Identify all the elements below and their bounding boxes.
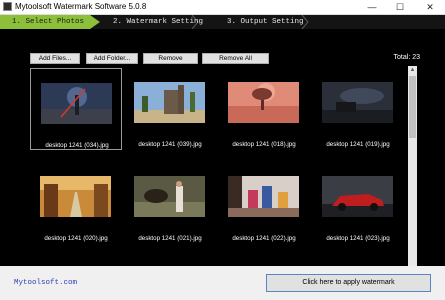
photo-item[interactable]: desktop 1241 (019).jpg xyxy=(312,68,404,150)
photo-item[interactable]: desktop 1241 (023).jpg xyxy=(312,162,404,244)
photo-filename: desktop 1241 (023).jpg xyxy=(326,235,390,242)
photo-item[interactable]: desktop 1241 (020).jpg xyxy=(30,162,122,244)
photo-filename: desktop 1241 (021).jpg xyxy=(138,235,202,242)
app-icon xyxy=(3,2,12,11)
tree-sunset-photo-icon xyxy=(228,82,299,123)
total-count: Total: 23 xyxy=(393,54,420,61)
apply-watermark-button[interactable]: Click here to apply watermark xyxy=(266,274,431,292)
window-title: Mytoolsoft Watermark Software 5.0.8 xyxy=(15,2,147,11)
close-button[interactable]: ✕ xyxy=(420,0,440,14)
photo-grid: desktop 1241 (034).jpg desktop 1241 (039… xyxy=(30,68,405,288)
vertical-scrollbar[interactable]: ▲ ▼ xyxy=(408,66,417,289)
step-watermark-setting[interactable]: 2. Watermark Setting xyxy=(113,15,203,29)
remove-button[interactable]: Remove xyxy=(143,53,198,64)
red-car-photo-icon xyxy=(322,176,393,217)
photo-filename: desktop 1241 (019).jpg xyxy=(326,141,390,148)
photo-filename: desktop 1241 (039).jpg xyxy=(138,141,202,148)
castle-photo-icon xyxy=(134,82,205,123)
photo-item[interactable]: desktop 1241 (039).jpg xyxy=(124,68,216,150)
scroll-thumb[interactable] xyxy=(409,76,416,138)
photo-item[interactable]: desktop 1241 (018).jpg xyxy=(218,68,310,150)
photo-item[interactable]: desktop 1241 (034).jpg xyxy=(30,68,122,150)
photo-item[interactable]: desktop 1241 (022).jpg xyxy=(218,162,310,244)
add-folder-button[interactable]: Add Folder... xyxy=(86,53,138,64)
photo-filename: desktop 1241 (018).jpg xyxy=(232,141,296,148)
photo-filename: desktop 1241 (034).jpg xyxy=(45,142,109,149)
step-select-photos[interactable]: 1. Select Photos xyxy=(0,15,100,29)
photo-filename: desktop 1241 (022).jpg xyxy=(232,235,296,242)
title-bar: Mytoolsoft Watermark Software 5.0.8 — ☐ … xyxy=(0,0,445,15)
party-photo-icon xyxy=(228,176,299,217)
dark-sky-photo-icon xyxy=(322,82,393,123)
girl-horse-photo-icon xyxy=(134,176,205,217)
remove-all-button[interactable]: Remove All xyxy=(202,53,269,64)
step-output-setting[interactable]: 3. Output Setting xyxy=(227,15,304,29)
scroll-up-icon[interactable]: ▲ xyxy=(408,66,417,75)
photo-filename: desktop 1241 (020).jpg xyxy=(44,235,108,242)
photo-item[interactable]: desktop 1241 (021).jpg xyxy=(124,162,216,244)
wizard-steps: 1. Select Photos 2. Watermark Setting 3.… xyxy=(0,15,445,29)
footer: Mytoolsoft.com Click here to apply water… xyxy=(0,266,445,300)
warrior-photo-icon xyxy=(41,83,112,124)
autumn-road-photo-icon xyxy=(40,176,111,217)
minimize-button[interactable]: — xyxy=(362,0,382,14)
maximize-button[interactable]: ☐ xyxy=(390,0,410,14)
photo-panel: Add Files... Add Folder... Remove Remove… xyxy=(0,29,445,289)
add-files-button[interactable]: Add Files... xyxy=(30,53,80,64)
website-link[interactable]: Mytoolsoft.com xyxy=(14,279,77,287)
